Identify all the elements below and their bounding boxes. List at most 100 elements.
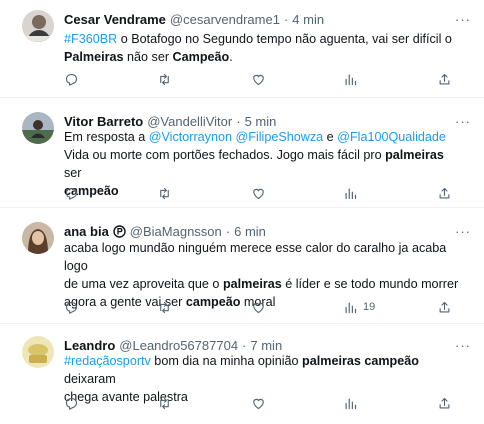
share-button[interactable] [437,70,452,88]
text-run: é líder e se todo mundo morrer [281,277,459,291]
like-button[interactable] [251,70,266,88]
share-button[interactable] [437,298,452,316]
share-icon [437,72,452,87]
user-handle[interactable]: @VandelliVitor [147,114,232,129]
avatar[interactable] [22,112,54,144]
share-icon [437,186,452,201]
text-line: acaba logo mundão ninguém merece esse ca… [64,239,464,275]
user-handle[interactable]: @cesarvendrame1 [170,12,280,27]
like-icon [251,300,266,315]
tweet-4[interactable]: Leandro @Leandro56787704 · 7 min ··· #re… [0,324,484,424]
hashtag-link[interactable]: #F360BR [64,32,117,46]
text-line: #redaçãosportv bom dia na minha opinião … [64,352,464,388]
share-button[interactable] [437,184,452,202]
text-run: bom dia na minha opinião [150,354,303,368]
more-icon[interactable]: ··· [454,222,472,240]
views-button[interactable]: 19 [343,298,375,316]
text-line: #F360BR o Botafogo no Segundo tempo não … [64,30,464,48]
hashtag-link[interactable]: #redaçãosportv [64,354,151,368]
reply-button[interactable] [64,394,79,412]
mention-link[interactable]: @FilipeShowza [235,130,323,144]
text-run: deixaram [64,372,116,386]
tweet-feed: Cesar Vendrame @cesarvendrame1 · 4 min ·… [0,0,484,424]
timestamp[interactable]: 7 min [250,338,282,353]
display-name[interactable]: Vitor Barreto [64,114,143,129]
views-button[interactable] [343,70,358,88]
share-icon [437,396,452,411]
text-run: ser [64,166,82,180]
reply-button[interactable] [64,298,79,316]
tweet-header: Cesar Vendrame @cesarvendrame1 · 4 min [64,10,324,28]
retweet-button[interactable] [157,70,172,88]
display-name[interactable]: Leandro [64,338,115,353]
reply-button[interactable] [64,184,79,202]
text-line: Vida ou morte com portões fechados. Jogo… [64,146,464,182]
text-run: o Botafogo no Segundo tempo não aguenta,… [117,32,452,46]
timestamp[interactable]: 6 min [234,224,266,239]
mention-link[interactable]: @Fla100Qualidade [337,130,446,144]
reply-icon [64,186,79,201]
avatar[interactable] [22,10,54,42]
tweet-actions [64,184,464,202]
text-run: de uma vez aproveita que o [64,277,223,291]
like-button[interactable] [251,298,266,316]
tweet-3[interactable]: ana bia @BiaMagnsson · 6 min ··· acaba l… [0,208,484,324]
timestamp[interactable]: 5 min [245,114,277,129]
like-button[interactable] [251,184,266,202]
verified-badge-icon [113,224,126,238]
reply-icon [64,72,79,87]
more-icon[interactable]: ··· [454,10,472,28]
text-run: Vida ou morte com portões fechados. Jogo… [64,148,386,162]
retweet-button[interactable] [157,184,172,202]
views-icon [343,396,358,411]
tweet-text: #F360BR o Botafogo no Segundo tempo não … [64,30,464,66]
like-icon [251,72,266,87]
text-run: e [323,130,338,144]
views-icon [343,186,358,201]
retweet-button[interactable] [157,394,172,412]
views-icon [343,72,358,87]
highlighted-term: palmeiras campeão [302,354,419,368]
tweet-actions: 19 [64,298,464,316]
retweet-icon [157,186,172,201]
views-count: 19 [363,301,376,313]
highlighted-term: palmeiras [385,148,444,162]
retweet-icon [157,300,172,315]
like-icon [251,186,266,201]
reply-icon [64,396,79,411]
tweet-actions [64,394,464,412]
text-line: Em resposta a @Victorraynon @FilipeShowz… [64,128,464,146]
avatar[interactable] [22,336,54,368]
user-handle[interactable]: @BiaMagnsson [130,224,222,239]
share-icon [437,300,452,315]
reply-button[interactable] [64,70,79,88]
tweet-2[interactable]: Vitor Barreto @VandelliVitor · 5 min ···… [0,98,484,208]
separator-dot: · [225,223,231,239]
display-name[interactable]: Cesar Vendrame [64,12,166,27]
like-button[interactable] [251,394,266,412]
reply-icon [64,300,79,315]
separator-dot: · [236,113,241,129]
views-button[interactable] [343,394,358,412]
text-run: . [229,50,233,64]
separator-dot: · [242,337,247,353]
text-run: acaba logo mundão ninguém merece esse ca… [64,241,447,273]
mention-link[interactable]: @Victorraynon [149,130,232,144]
tweet-1[interactable]: Cesar Vendrame @cesarvendrame1 · 4 min ·… [0,0,484,98]
timestamp[interactable]: 4 min [292,12,324,27]
share-button[interactable] [437,394,452,412]
retweet-icon [157,72,172,87]
text-line: de uma vez aproveita que o palmeiras é l… [64,275,464,293]
views-button[interactable] [343,184,358,202]
tweet-actions [64,70,464,88]
separator-dot: · [283,11,289,27]
text-run: Em resposta a [64,130,149,144]
text-line: Palmeiras não ser Campeão. [64,48,464,66]
tweet-header: ana bia @BiaMagnsson · 6 min [64,222,266,240]
retweet-button[interactable] [157,298,172,316]
user-handle[interactable]: @Leandro56787704 [119,338,238,353]
views-icon [343,300,358,315]
retweet-icon [157,396,172,411]
display-name[interactable]: ana bia [64,224,109,239]
avatar[interactable] [22,222,54,254]
